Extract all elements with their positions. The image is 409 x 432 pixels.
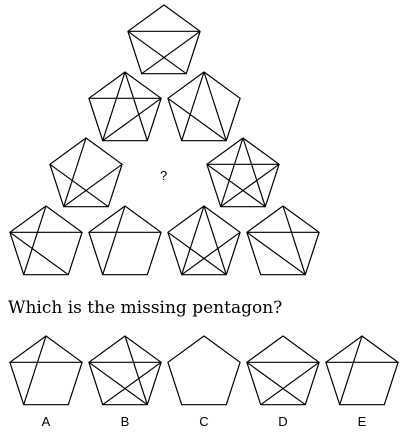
missing-pentagon-marker: ?	[160, 168, 167, 183]
option-c-pentagon	[167, 335, 241, 406]
pentagon-outline	[167, 335, 241, 406]
pentagon-r4-3	[167, 205, 241, 276]
option-a-pentagon	[9, 335, 83, 406]
option-a-label[interactable]: A	[42, 414, 51, 429]
pentagon-r3-1	[49, 137, 123, 208]
pentagon-r4-2	[88, 205, 162, 276]
pentagon-r3-3	[206, 137, 280, 208]
answer-options: A B C D E	[9, 335, 399, 429]
pentagon-r2-1	[88, 71, 162, 142]
pentagon-r1-1	[127, 4, 201, 75]
pentagon-outline	[325, 335, 399, 406]
option-c-label[interactable]: C	[199, 414, 208, 429]
pentagon-outline	[88, 205, 162, 276]
pentagon-r4-1	[9, 205, 83, 276]
pentagon-triangle-grid	[9, 4, 320, 276]
question-text: Which is the missing pentagon?	[8, 298, 283, 318]
pentagon-r4-4	[246, 205, 320, 276]
option-d-pentagon	[246, 335, 320, 406]
option-e-label[interactable]: E	[358, 414, 367, 429]
option-b-label[interactable]: B	[121, 414, 130, 429]
pentagon-outline	[9, 335, 83, 406]
puzzle-figure: ? A B C D E	[9, 4, 399, 429]
option-b-pentagon	[88, 335, 162, 406]
option-d-label[interactable]: D	[278, 414, 287, 429]
pentagon-r2-2	[167, 71, 241, 142]
option-e-pentagon	[325, 335, 399, 406]
